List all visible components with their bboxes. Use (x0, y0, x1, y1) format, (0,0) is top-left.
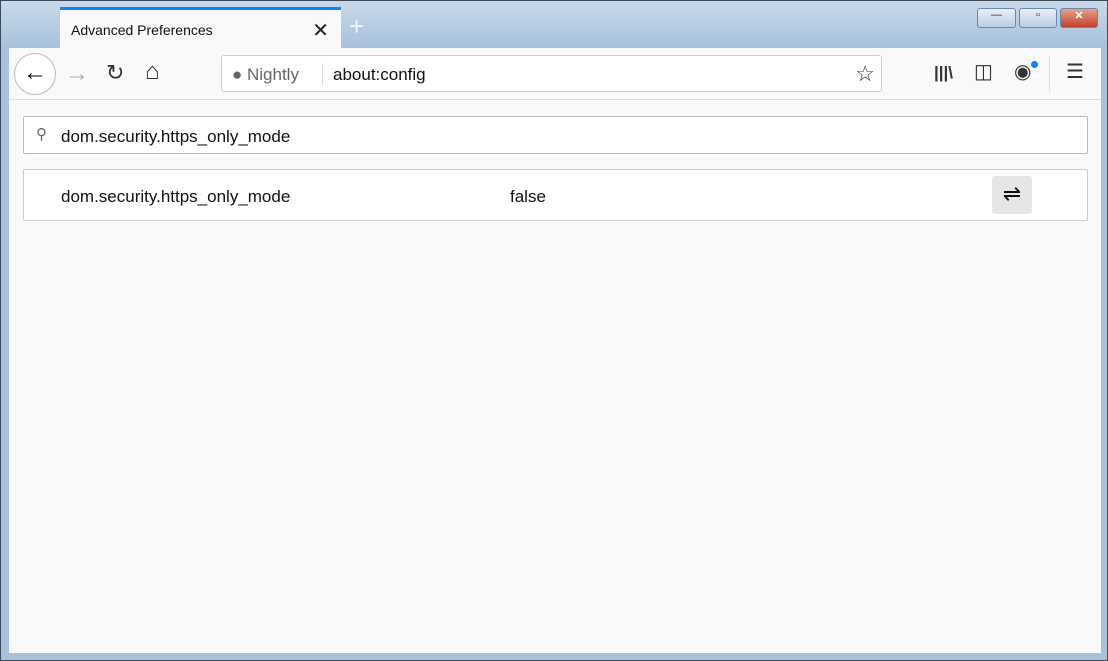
bookmark-star-icon[interactable]: ☆ (855, 61, 875, 87)
library-icon[interactable]: |||\ (934, 64, 953, 81)
toggle-button[interactable]: ⇌ (992, 176, 1032, 214)
about-config-page: ⚲ dom.security.https_only_mode dom.secur… (9, 100, 1101, 653)
browser-window: Advanced Preferences ✕ + — ▫ ✕ ← → ↻ ⌂ ●… (0, 0, 1108, 661)
sidebar-icon[interactable]: ◫ (974, 62, 993, 82)
search-value: dom.security.https_only_mode (61, 127, 291, 146)
maximize-button[interactable]: ▫ (1019, 8, 1057, 28)
divider (322, 63, 323, 85)
pref-search-input[interactable]: ⚲ dom.security.https_only_mode (23, 116, 1088, 154)
notification-badge (1031, 61, 1038, 68)
nightly-identity[interactable]: ● Nightly (232, 65, 299, 85)
reload-button[interactable]: ↻ (106, 62, 124, 84)
pref-name: dom.security.https_only_mode (61, 187, 291, 206)
close-tab-icon[interactable]: ✕ (312, 18, 329, 43)
nav-toolbar: ← → ↻ ⌂ ● Nightly about:config ☆ |||\ ◫ … (9, 48, 1101, 100)
pref-row: dom.security.https_only_mode false ⇌ (23, 169, 1088, 221)
menu-icon[interactable]: ☰ (1066, 62, 1084, 82)
close-window-button[interactable]: ✕ (1060, 8, 1098, 28)
divider (1049, 56, 1050, 92)
pref-value: false (510, 187, 546, 206)
account-icon[interactable]: ◉ (1014, 62, 1031, 82)
url-bar[interactable]: ● Nightly about:config ☆ (221, 55, 882, 92)
home-button[interactable]: ⌂ (145, 60, 160, 84)
minimize-button[interactable]: — (977, 8, 1016, 28)
url-input[interactable]: about:config (333, 65, 426, 85)
tab-advanced-preferences[interactable]: Advanced Preferences ✕ (60, 7, 341, 48)
brand-label: Nightly (247, 65, 299, 84)
forward-button[interactable]: → (65, 62, 89, 86)
new-tab-button[interactable]: + (349, 11, 364, 42)
tab-title: Advanced Preferences (71, 22, 213, 38)
back-button[interactable]: ← (14, 53, 56, 95)
search-icon: ⚲ (36, 126, 47, 143)
